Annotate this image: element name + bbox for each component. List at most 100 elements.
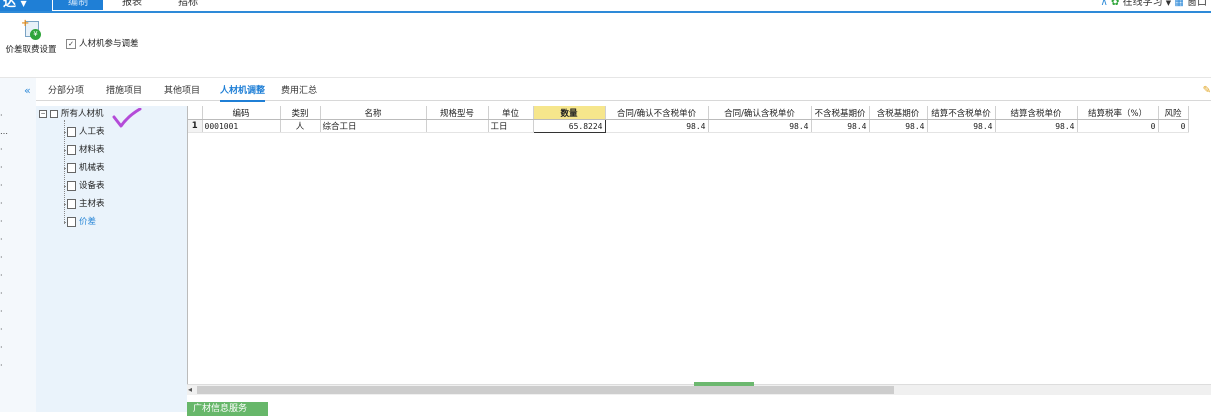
tab-sub-items[interactable]: 分部分项 — [48, 84, 84, 100]
column-header[interactable]: 结算不含税单价 — [927, 106, 996, 120]
menu-tab-edit[interactable]: 编制 — [53, 0, 103, 10]
cell-settle-excl-tax[interactable]: 98.4 — [927, 119, 996, 133]
column-header-quantity[interactable]: 数量 — [533, 106, 606, 120]
column-header[interactable]: 编码 — [202, 106, 281, 120]
horizontal-scrollbar[interactable]: ◂ — [187, 382, 1211, 395]
adjust-checkbox[interactable]: ✓ — [66, 38, 76, 49]
column-header[interactable]: 不含税基期价 — [811, 106, 870, 120]
tree-item-material[interactable]: 材料表 — [67, 144, 105, 156]
panel-splitter-handle[interactable] — [694, 382, 754, 386]
gutter-marker: · — [0, 217, 3, 226]
scrollbar-thumb[interactable] — [197, 386, 894, 394]
folder-icon — [50, 109, 58, 118]
adjust-checkbox-label: 人材机参与调差 — [79, 39, 139, 49]
menu-tab-index[interactable]: 指标 — [178, 0, 208, 10]
column-header[interactable]: 规格型号 — [426, 106, 489, 120]
app-brand[interactable]: 达 ▼ — [0, 0, 52, 11]
tree-root-label: 所有人材机 — [61, 109, 104, 119]
column-header[interactable]: 合同/确认含税单价 — [708, 106, 812, 120]
collapse-ribbon-icon[interactable]: ∧ — [1101, 0, 1108, 8]
gutter-marker: · — [0, 271, 3, 280]
gutter-marker: · — [0, 289, 3, 298]
tree-item-machine[interactable]: 机械表 — [67, 162, 105, 174]
gutter-marker: · — [0, 199, 3, 208]
tree-item-label: 人工表 — [79, 127, 105, 137]
tree-item-label: 价差 — [79, 217, 97, 227]
tree-item-label: 主材表 — [79, 199, 105, 209]
document-icon — [67, 144, 76, 155]
cell-contract-excl-tax[interactable]: 98.4 — [605, 119, 709, 133]
cell-base-incl-tax[interactable]: 98.4 — [869, 119, 928, 133]
column-header[interactable]: 类别 — [280, 106, 321, 120]
cell-contract-incl-tax[interactable]: 98.4 — [708, 119, 812, 133]
document-icon — [67, 216, 76, 227]
app-brand-text: 达 — [3, 0, 17, 10]
top-right-area: ∧ ✿ 在线学习 ▼ ▦ 窗口 — [1101, 0, 1208, 10]
cell-settle-incl-tax[interactable]: 98.4 — [995, 119, 1078, 133]
tree-item-price-diff[interactable]: 价差 — [67, 216, 96, 228]
collapse-left-icon[interactable]: « — [24, 84, 31, 97]
pin-icon[interactable]: ✎ — [1203, 85, 1211, 96]
tab-measures[interactable]: 措施项目 — [106, 84, 142, 100]
gutter-marker: · — [0, 111, 3, 120]
tab-fee-summary[interactable]: 费用汇总 — [281, 84, 317, 100]
column-header[interactable]: 结算含税单价 — [995, 106, 1078, 120]
cell-name[interactable]: 综合工日 — [320, 119, 427, 133]
cell-category[interactable]: 人 — [280, 119, 321, 133]
ribbon-toolbar: + ¥ 价差取费设置 ✓ 人材机参与调差 — [0, 13, 1211, 78]
cell-risk[interactable]: 0 — [1158, 119, 1189, 133]
cell-base-excl-tax[interactable]: 98.4 — [811, 119, 870, 133]
content-tabs: 分部分项 措施项目 其他项目 人材机调整 费用汇总 ✎ — [36, 80, 1211, 102]
gutter-marker: · — [0, 361, 3, 370]
tab-labor-material-machine-adjust[interactable]: 人材机调整 — [220, 84, 266, 102]
tree-connector — [64, 120, 65, 224]
adjust-checkbox-row[interactable]: ✓ 人材机参与调差 — [66, 37, 139, 49]
cell-spec[interactable] — [426, 119, 489, 133]
category-tree: − 所有人材机 人工表 材料表 机械表 设备表 主材表 价差 — [36, 106, 187, 412]
menu-tab-report[interactable]: 报表 — [122, 0, 152, 10]
brand-dropdown-icon: ▼ — [20, 0, 27, 8]
column-header[interactable]: 合同/确认不含税单价 — [605, 106, 709, 120]
column-header[interactable]: 结算税率（%） — [1077, 106, 1159, 120]
resource-grid: 编码 类别 名称 规格型号 单位 数量 合同/确认不含税单价 合同/确认含税单价… — [187, 106, 1211, 386]
row-number: 1 — [188, 119, 203, 133]
collapse-minus-icon[interactable]: − — [39, 109, 47, 118]
tree-item-labor[interactable]: 人工表 — [67, 126, 105, 138]
table-row[interactable]: 1 0001001 人 综合工日 工日 65.8224 98.4 98.4 98… — [188, 119, 1189, 133]
gutter-marker: · — [0, 325, 3, 334]
tree-item-label: 材料表 — [79, 145, 105, 155]
cell-quantity[interactable]: 65.8224 — [532, 119, 606, 133]
document-icon — [67, 126, 76, 137]
price-diff-settings-label: 价差取费设置 — [5, 45, 57, 55]
checkmark-annotation-icon — [112, 108, 142, 128]
tab-other-items[interactable]: 其他项目 — [164, 84, 200, 100]
scroll-left-icon[interactable]: ◂ — [188, 385, 192, 395]
top-menu-bar: 达 ▼ 编制 报表 指标 ∧ ✿ 在线学习 ▼ ▦ 窗口 — [0, 0, 1211, 13]
price-diff-settings-button[interactable]: + ¥ 价差取费设置 — [2, 19, 60, 56]
table-header-row: 编码 类别 名称 规格型号 单位 数量 合同/确认不含税单价 合同/确认含税单价… — [188, 106, 1189, 120]
cell-code[interactable]: 0001001 — [202, 119, 281, 133]
cell-settle-tax-rate[interactable]: 0 — [1077, 119, 1159, 133]
column-header[interactable]: 名称 — [320, 106, 427, 120]
cell-unit[interactable]: 工日 — [488, 119, 534, 133]
column-header[interactable]: 单位 — [488, 106, 534, 120]
tree-item-label: 设备表 — [79, 181, 105, 191]
document-icon — [67, 162, 76, 173]
material-info-service-button[interactable]: 广材信息服务 — [187, 402, 268, 416]
gutter-marker: … — [0, 127, 8, 136]
tree-root[interactable]: − 所有人材机 — [39, 108, 104, 120]
column-header[interactable]: 含税基期价 — [869, 106, 928, 120]
window-menu[interactable]: 窗口 — [1187, 0, 1207, 8]
gutter-marker: · — [0, 307, 3, 316]
gutter-marker: · — [0, 253, 3, 262]
tree-item-main-material[interactable]: 主材表 — [67, 198, 105, 210]
price-settings-icon: + ¥ — [21, 19, 41, 41]
tree-item-label: 机械表 — [79, 163, 105, 173]
gutter-marker: · — [0, 343, 3, 352]
gutter-marker: · — [0, 235, 3, 244]
row-number-header — [188, 106, 203, 120]
online-learning-dropdown-icon[interactable]: ▼ — [1166, 0, 1171, 7]
online-learning-link[interactable]: 在线学习 — [1123, 0, 1163, 8]
tree-item-equipment[interactable]: 设备表 — [67, 180, 105, 192]
column-header[interactable]: 风险 — [1158, 106, 1189, 120]
